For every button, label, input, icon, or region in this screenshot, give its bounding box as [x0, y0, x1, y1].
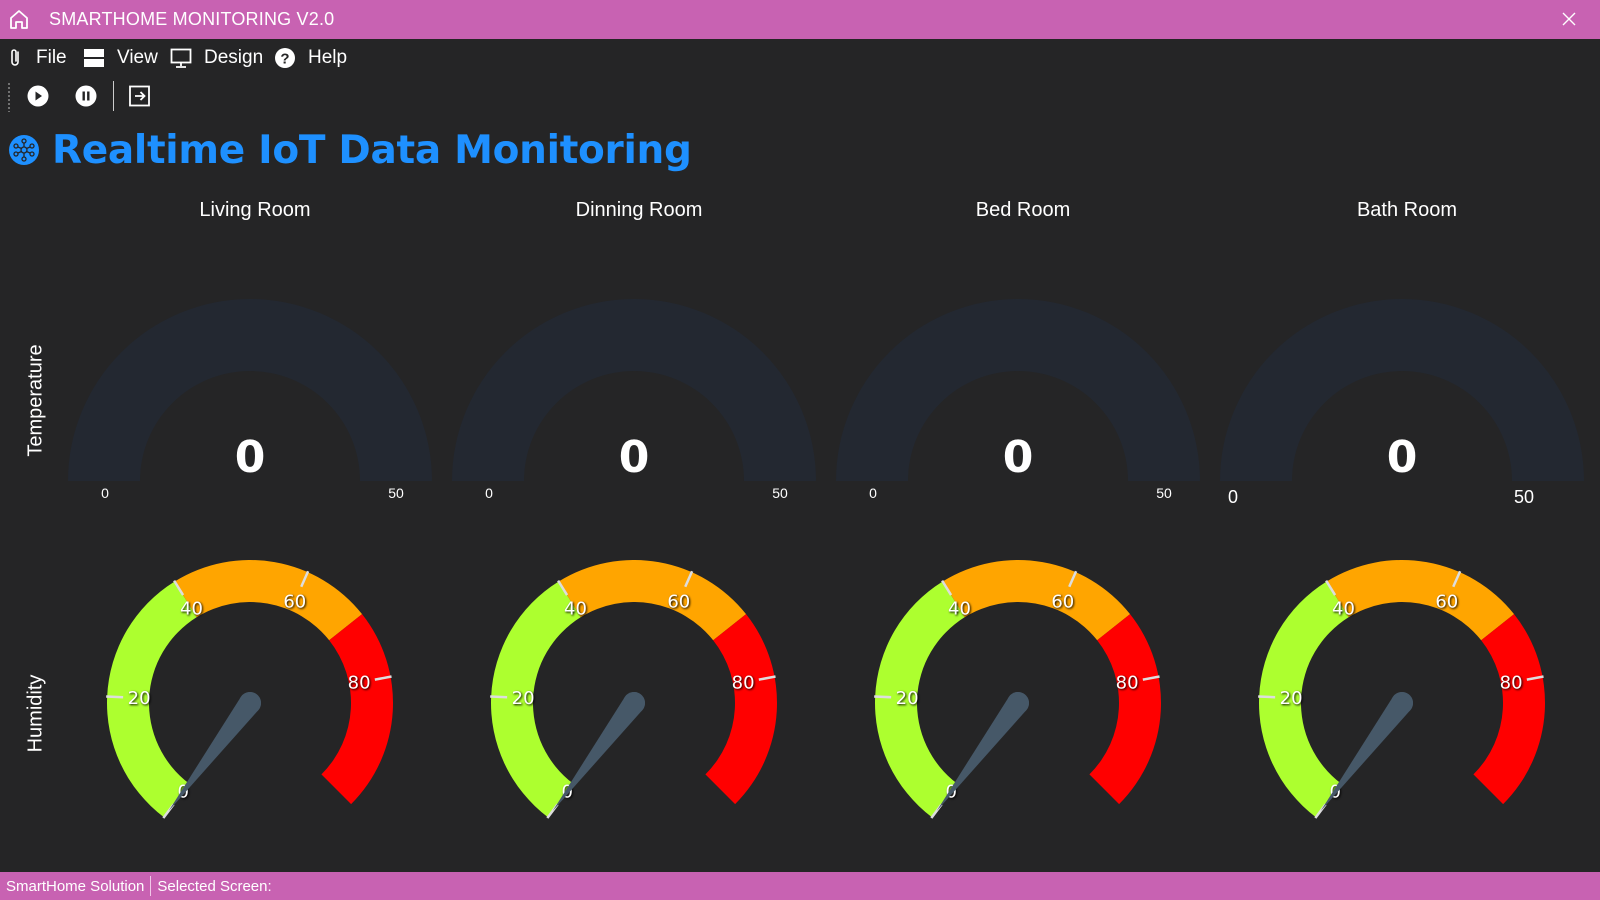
menu-file-label: File [36, 47, 67, 68]
humidity-tick-label: 80 [348, 673, 371, 694]
paperclip-icon [11, 49, 19, 66]
temperature-min-label: 0 [1228, 487, 1238, 507]
temperature-value: 0 [1387, 432, 1418, 483]
menu-file[interactable]: File [8, 45, 67, 71]
humidity-section-2 [1473, 614, 1545, 805]
temperature-min-label: 0 [485, 485, 493, 501]
humidity-tick-label: 20 [128, 688, 151, 709]
humidity-tick-label: 20 [512, 688, 535, 709]
temperature-gauge-dinning: 0 0 50 [452, 299, 816, 501]
humidity-tick [874, 695, 892, 699]
exit-icon[interactable] [127, 83, 153, 109]
humidity-gauge-bed: 020406080 [874, 560, 1161, 819]
view-icon [84, 49, 104, 67]
humidity-gauge-bath: 020406080 [1258, 560, 1545, 819]
menu-view-label: View [117, 47, 158, 68]
humidity-needle-hub [239, 692, 261, 714]
humidity-needle-hub [623, 692, 645, 714]
window-title: SMARTHOME MONITORING V2.0 [49, 9, 335, 29]
temperature-max-label: 50 [388, 485, 404, 501]
humidity-tick-label: 40 [948, 599, 971, 620]
row-label-temperature: Temperature [24, 344, 47, 457]
temperature-gauge-living: 0 0 50 [68, 299, 432, 501]
iot-network-icon [9, 135, 39, 165]
humidity-gauge-living: 020406080 [106, 560, 394, 819]
humidity-tick-label: 80 [1500, 673, 1523, 694]
status-solution: SmartHome Solution [6, 877, 145, 895]
close-icon[interactable] [1561, 11, 1577, 27]
temperature-min-label: 0 [101, 485, 109, 501]
humidity-needle-hub [1391, 692, 1413, 714]
humidity-tick-label: 20 [1280, 688, 1303, 709]
humidity-tick [106, 695, 124, 699]
humidity-tick-label: 60 [1435, 591, 1458, 612]
menu-help-label: Help [308, 47, 348, 68]
temperature-max-label: 50 [1514, 487, 1534, 507]
play-icon[interactable] [25, 83, 51, 109]
status-bar: SmartHome Solution Selected Screen: [0, 872, 1600, 900]
title-bar: SMARTHOME MONITORING V2.0 [0, 0, 1600, 39]
humidity-tick-label: 40 [1332, 599, 1355, 620]
svg-text:?: ? [280, 51, 289, 68]
home-icon [10, 10, 28, 29]
temperature-gauge-bath: 0 0 50 [1220, 299, 1584, 507]
menu-view[interactable]: View [83, 45, 158, 71]
room-label-dinning: Dinning Room [575, 199, 703, 221]
toolbar-separator [113, 81, 114, 111]
humidity-tick-label: 80 [732, 673, 755, 694]
monitor-icon [170, 48, 192, 68]
humidity-section-2 [1089, 614, 1161, 805]
help-icon: ? [275, 48, 295, 68]
temperature-max-label: 50 [772, 485, 788, 501]
humidity-tick-label: 40 [180, 599, 203, 620]
page-heading: Realtime IoT Data Monitoring [8, 127, 692, 173]
humidity-tick [1258, 695, 1276, 699]
humidity-tick-label: 20 [896, 688, 919, 709]
page-title: Realtime IoT Data Monitoring [52, 127, 692, 173]
menu-design[interactable]: Design [170, 45, 263, 71]
menu-design-label: Design [204, 47, 264, 68]
status-selected-screen: Selected Screen: [157, 877, 272, 895]
humidity-tick-label: 80 [1116, 673, 1139, 694]
humidity-tick-label: 60 [1051, 591, 1074, 612]
toolbar-grip[interactable] [7, 82, 11, 112]
temperature-max-label: 50 [1156, 485, 1172, 501]
humidity-needle-hub [1007, 692, 1029, 714]
humidity-gauge-dinning: 020406080 [490, 560, 777, 819]
menu-bar: File View Design ? Help [0, 39, 1600, 75]
temperature-value: 0 [235, 432, 266, 483]
toolbar [0, 77, 1600, 113]
humidity-section-2 [705, 614, 777, 805]
humidity-tick-label: 60 [667, 591, 690, 612]
menu-help[interactable]: ? Help [274, 45, 347, 71]
room-label-living: Living Room [199, 199, 311, 221]
humidity-tick-label: 60 [283, 591, 306, 612]
pause-icon[interactable] [73, 83, 99, 109]
temperature-min-label: 0 [869, 485, 877, 501]
humidity-tick-label: 40 [564, 599, 587, 620]
temperature-value: 0 [619, 432, 650, 483]
humidity-tick [490, 695, 508, 699]
room-label-bath: Bath Room [1356, 199, 1458, 221]
humidity-section-2 [321, 614, 394, 805]
temperature-value: 0 [1003, 432, 1034, 483]
row-label-humidity: Humidity [24, 674, 47, 753]
room-label-bed: Bed Room [975, 199, 1071, 221]
temperature-gauge-bed: 0 0 50 [836, 299, 1200, 501]
